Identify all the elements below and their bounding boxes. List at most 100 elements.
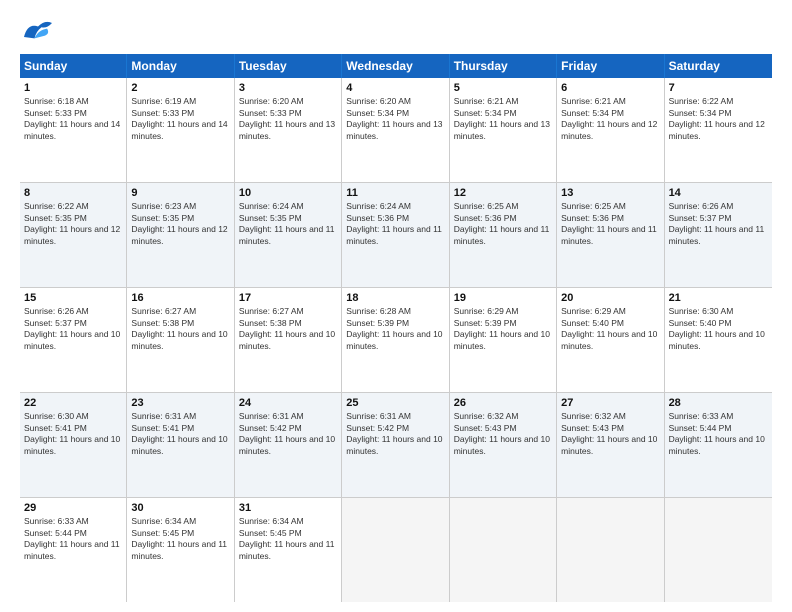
empty-cell xyxy=(342,498,449,602)
cell-info: Sunrise: 6:24 AMSunset: 5:35 PMDaylight:… xyxy=(239,201,337,247)
day-number: 16 xyxy=(131,291,229,305)
day-number: 19 xyxy=(454,291,552,305)
day-cell-18: 18 Sunrise: 6:28 AMSunset: 5:39 PMDaylig… xyxy=(342,288,449,392)
day-number: 17 xyxy=(239,291,337,305)
cell-info: Sunrise: 6:19 AMSunset: 5:33 PMDaylight:… xyxy=(131,96,229,142)
day-cell-25: 25 Sunrise: 6:31 AMSunset: 5:42 PMDaylig… xyxy=(342,393,449,497)
cell-info: Sunrise: 6:29 AMSunset: 5:39 PMDaylight:… xyxy=(454,306,552,352)
calendar: SundayMondayTuesdayWednesdayThursdayFrid… xyxy=(20,54,772,602)
day-cell-6: 6 Sunrise: 6:21 AMSunset: 5:34 PMDayligh… xyxy=(557,78,664,182)
day-cell-9: 9 Sunrise: 6:23 AMSunset: 5:35 PMDayligh… xyxy=(127,183,234,287)
day-number: 8 xyxy=(24,186,122,200)
cell-info: Sunrise: 6:32 AMSunset: 5:43 PMDaylight:… xyxy=(454,411,552,457)
day-number: 2 xyxy=(131,81,229,95)
day-cell-11: 11 Sunrise: 6:24 AMSunset: 5:36 PMDaylig… xyxy=(342,183,449,287)
header-day-saturday: Saturday xyxy=(665,54,772,78)
day-cell-4: 4 Sunrise: 6:20 AMSunset: 5:34 PMDayligh… xyxy=(342,78,449,182)
day-number: 10 xyxy=(239,186,337,200)
day-number: 9 xyxy=(131,186,229,200)
day-cell-21: 21 Sunrise: 6:30 AMSunset: 5:40 PMDaylig… xyxy=(665,288,772,392)
cell-info: Sunrise: 6:22 AMSunset: 5:34 PMDaylight:… xyxy=(669,96,768,142)
day-number: 1 xyxy=(24,81,122,95)
cell-info: Sunrise: 6:21 AMSunset: 5:34 PMDaylight:… xyxy=(561,96,659,142)
day-cell-16: 16 Sunrise: 6:27 AMSunset: 5:38 PMDaylig… xyxy=(127,288,234,392)
cell-info: Sunrise: 6:22 AMSunset: 5:35 PMDaylight:… xyxy=(24,201,122,247)
day-number: 26 xyxy=(454,396,552,410)
cell-info: Sunrise: 6:32 AMSunset: 5:43 PMDaylight:… xyxy=(561,411,659,457)
day-number: 22 xyxy=(24,396,122,410)
header-day-wednesday: Wednesday xyxy=(342,54,449,78)
day-cell-15: 15 Sunrise: 6:26 AMSunset: 5:37 PMDaylig… xyxy=(20,288,127,392)
day-cell-5: 5 Sunrise: 6:21 AMSunset: 5:34 PMDayligh… xyxy=(450,78,557,182)
week-row-2: 8 Sunrise: 6:22 AMSunset: 5:35 PMDayligh… xyxy=(20,183,772,288)
cell-info: Sunrise: 6:20 AMSunset: 5:33 PMDaylight:… xyxy=(239,96,337,142)
day-cell-12: 12 Sunrise: 6:25 AMSunset: 5:36 PMDaylig… xyxy=(450,183,557,287)
day-number: 23 xyxy=(131,396,229,410)
header-day-monday: Monday xyxy=(127,54,234,78)
calendar-body: 1 Sunrise: 6:18 AMSunset: 5:33 PMDayligh… xyxy=(20,78,772,602)
day-cell-24: 24 Sunrise: 6:31 AMSunset: 5:42 PMDaylig… xyxy=(235,393,342,497)
empty-cell xyxy=(665,498,772,602)
day-number: 3 xyxy=(239,81,337,95)
day-cell-23: 23 Sunrise: 6:31 AMSunset: 5:41 PMDaylig… xyxy=(127,393,234,497)
day-number: 11 xyxy=(346,186,444,200)
header-day-sunday: Sunday xyxy=(20,54,127,78)
day-number: 5 xyxy=(454,81,552,95)
cell-info: Sunrise: 6:33 AMSunset: 5:44 PMDaylight:… xyxy=(24,516,122,562)
day-number: 14 xyxy=(669,186,768,200)
day-number: 27 xyxy=(561,396,659,410)
day-number: 18 xyxy=(346,291,444,305)
day-cell-29: 29 Sunrise: 6:33 AMSunset: 5:44 PMDaylig… xyxy=(20,498,127,602)
day-number: 31 xyxy=(239,501,337,515)
cell-info: Sunrise: 6:31 AMSunset: 5:42 PMDaylight:… xyxy=(239,411,337,457)
cell-info: Sunrise: 6:30 AMSunset: 5:41 PMDaylight:… xyxy=(24,411,122,457)
header-day-tuesday: Tuesday xyxy=(235,54,342,78)
day-cell-26: 26 Sunrise: 6:32 AMSunset: 5:43 PMDaylig… xyxy=(450,393,557,497)
week-row-3: 15 Sunrise: 6:26 AMSunset: 5:37 PMDaylig… xyxy=(20,288,772,393)
logo xyxy=(20,16,60,44)
page: SundayMondayTuesdayWednesdayThursdayFrid… xyxy=(0,0,792,612)
header-day-friday: Friday xyxy=(557,54,664,78)
cell-info: Sunrise: 6:24 AMSunset: 5:36 PMDaylight:… xyxy=(346,201,444,247)
day-number: 24 xyxy=(239,396,337,410)
cell-info: Sunrise: 6:34 AMSunset: 5:45 PMDaylight:… xyxy=(131,516,229,562)
day-number: 12 xyxy=(454,186,552,200)
day-number: 4 xyxy=(346,81,444,95)
day-cell-20: 20 Sunrise: 6:29 AMSunset: 5:40 PMDaylig… xyxy=(557,288,664,392)
empty-cell xyxy=(557,498,664,602)
cell-info: Sunrise: 6:27 AMSunset: 5:38 PMDaylight:… xyxy=(131,306,229,352)
day-number: 30 xyxy=(131,501,229,515)
cell-info: Sunrise: 6:20 AMSunset: 5:34 PMDaylight:… xyxy=(346,96,444,142)
day-number: 25 xyxy=(346,396,444,410)
cell-info: Sunrise: 6:18 AMSunset: 5:33 PMDaylight:… xyxy=(24,96,122,142)
cell-info: Sunrise: 6:26 AMSunset: 5:37 PMDaylight:… xyxy=(24,306,122,352)
cell-info: Sunrise: 6:21 AMSunset: 5:34 PMDaylight:… xyxy=(454,96,552,142)
day-number: 15 xyxy=(24,291,122,305)
cell-info: Sunrise: 6:25 AMSunset: 5:36 PMDaylight:… xyxy=(454,201,552,247)
day-number: 20 xyxy=(561,291,659,305)
day-cell-10: 10 Sunrise: 6:24 AMSunset: 5:35 PMDaylig… xyxy=(235,183,342,287)
day-cell-13: 13 Sunrise: 6:25 AMSunset: 5:36 PMDaylig… xyxy=(557,183,664,287)
cell-info: Sunrise: 6:27 AMSunset: 5:38 PMDaylight:… xyxy=(239,306,337,352)
day-number: 6 xyxy=(561,81,659,95)
week-row-1: 1 Sunrise: 6:18 AMSunset: 5:33 PMDayligh… xyxy=(20,78,772,183)
day-number: 29 xyxy=(24,501,122,515)
cell-info: Sunrise: 6:33 AMSunset: 5:44 PMDaylight:… xyxy=(669,411,768,457)
day-number: 28 xyxy=(669,396,768,410)
cell-info: Sunrise: 6:31 AMSunset: 5:42 PMDaylight:… xyxy=(346,411,444,457)
day-cell-3: 3 Sunrise: 6:20 AMSunset: 5:33 PMDayligh… xyxy=(235,78,342,182)
day-number: 21 xyxy=(669,291,768,305)
day-cell-22: 22 Sunrise: 6:30 AMSunset: 5:41 PMDaylig… xyxy=(20,393,127,497)
logo-icon xyxy=(20,16,56,44)
day-cell-14: 14 Sunrise: 6:26 AMSunset: 5:37 PMDaylig… xyxy=(665,183,772,287)
cell-info: Sunrise: 6:34 AMSunset: 5:45 PMDaylight:… xyxy=(239,516,337,562)
cell-info: Sunrise: 6:26 AMSunset: 5:37 PMDaylight:… xyxy=(669,201,768,247)
day-cell-19: 19 Sunrise: 6:29 AMSunset: 5:39 PMDaylig… xyxy=(450,288,557,392)
cell-info: Sunrise: 6:29 AMSunset: 5:40 PMDaylight:… xyxy=(561,306,659,352)
day-number: 13 xyxy=(561,186,659,200)
day-cell-8: 8 Sunrise: 6:22 AMSunset: 5:35 PMDayligh… xyxy=(20,183,127,287)
week-row-4: 22 Sunrise: 6:30 AMSunset: 5:41 PMDaylig… xyxy=(20,393,772,498)
empty-cell xyxy=(450,498,557,602)
cell-info: Sunrise: 6:30 AMSunset: 5:40 PMDaylight:… xyxy=(669,306,768,352)
day-cell-2: 2 Sunrise: 6:19 AMSunset: 5:33 PMDayligh… xyxy=(127,78,234,182)
